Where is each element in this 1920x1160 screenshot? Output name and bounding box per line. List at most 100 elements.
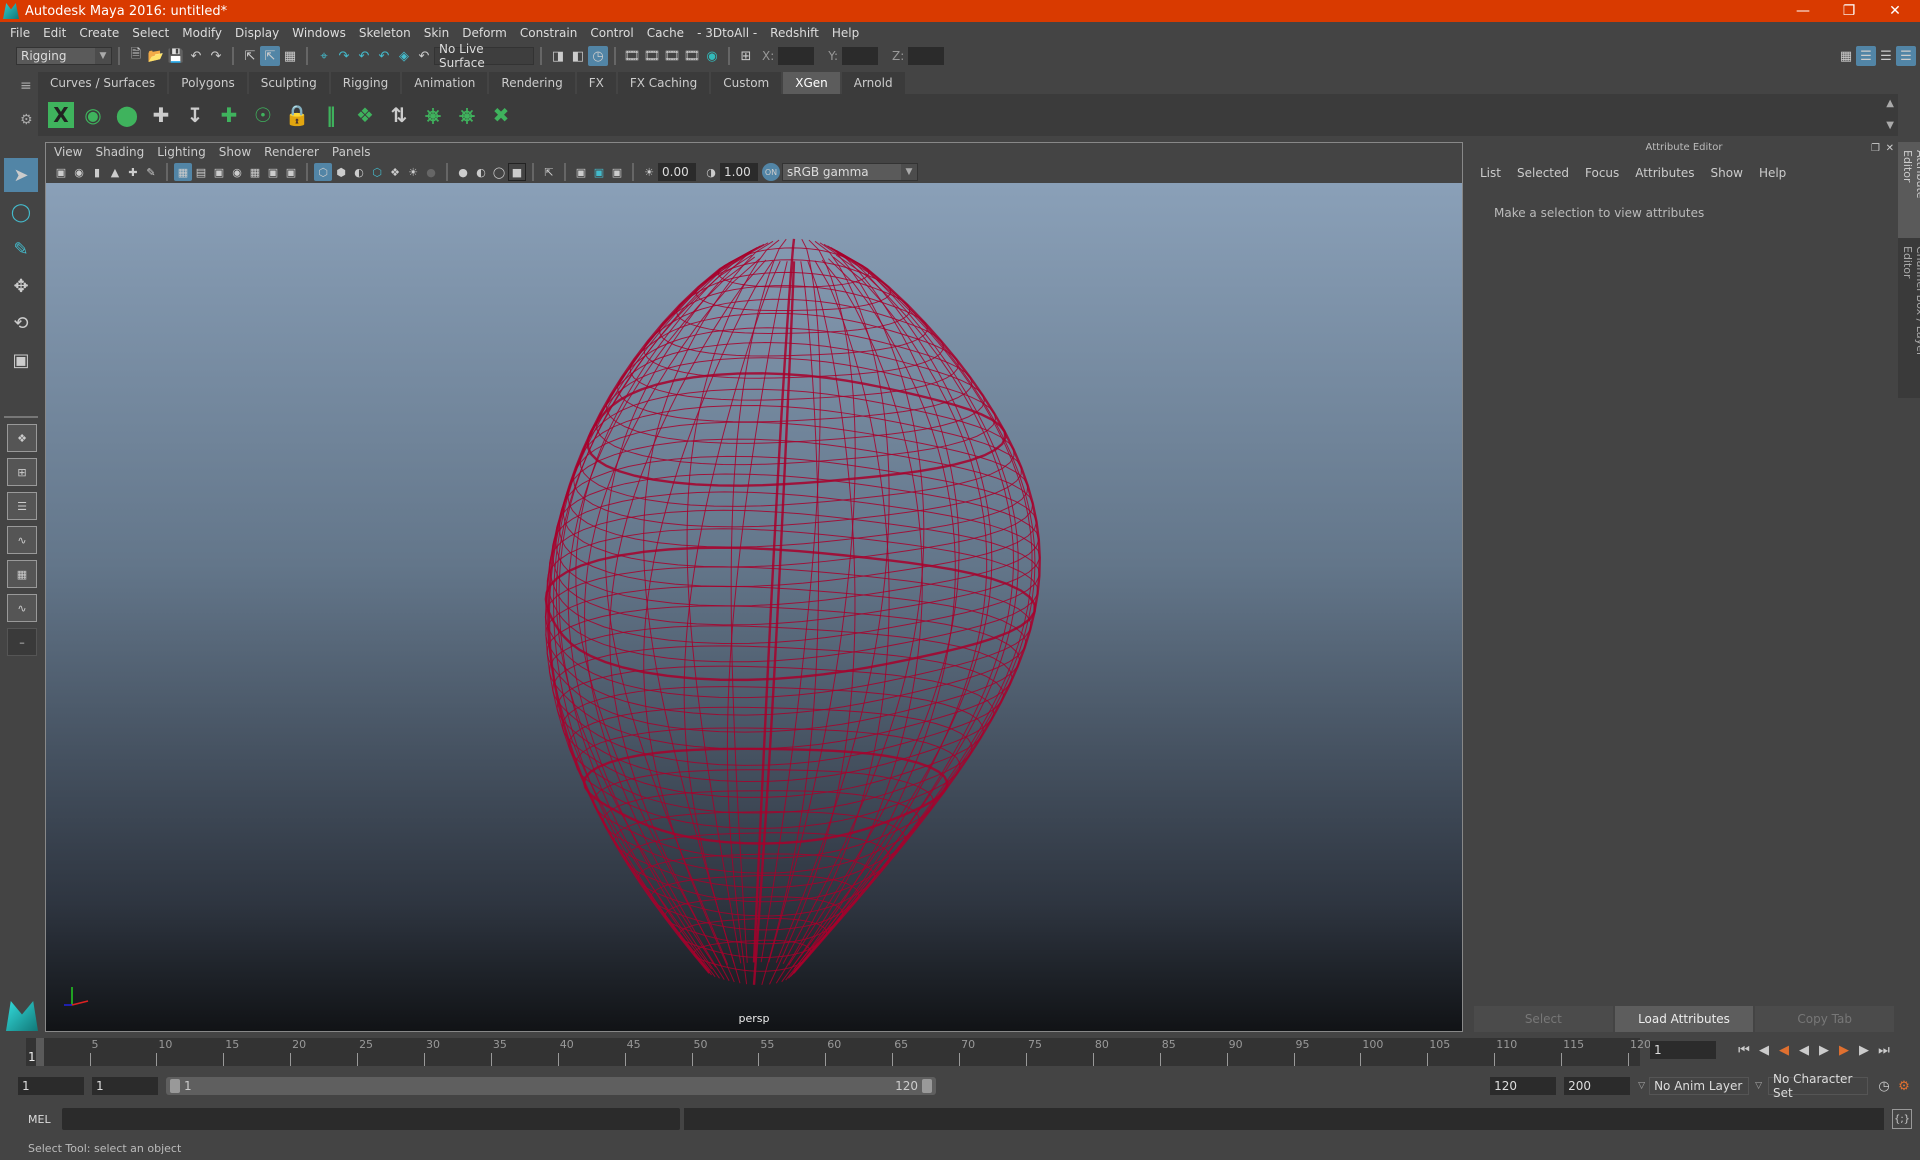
current-frame-field[interactable]: 1 (1650, 1041, 1716, 1059)
attribute-editor-toggle-icon[interactable]: ☰ (1856, 46, 1876, 66)
time-slider[interactable]: 5 10 15 20 25 30 35 40 45 50 55 60 65 70 75 80 85 90 95 100… (26, 1038, 1651, 1066)
playhead[interactable] (36, 1038, 44, 1066)
menu-control[interactable]: Control (590, 26, 633, 40)
x-field[interactable] (778, 47, 815, 65)
bookmark-icon[interactable]: ▮ (88, 163, 106, 181)
menu-windows[interactable]: Windows (292, 26, 346, 40)
exposure-field[interactable]: 0.00 (658, 163, 696, 181)
ae-menu-selected[interactable]: Selected (1517, 166, 1569, 180)
persp-outliner-graph-layout-icon[interactable]: ∿ (7, 594, 37, 622)
menu-3dtoall[interactable]: - 3DtoAll - (697, 26, 757, 40)
play-forwards-icon[interactable]: ▶ (1814, 1040, 1834, 1060)
live-surface-field[interactable]: No Live Surface (434, 42, 534, 70)
four-view-layout-icon[interactable]: ⊞ (7, 458, 37, 486)
paint-select-tool-icon[interactable]: ✎ (4, 232, 38, 266)
xray-joints-icon[interactable]: ▣ (572, 163, 590, 181)
sculpt-guides-icon[interactable]: ⇅ (384, 100, 414, 130)
shadows-icon[interactable]: ☀ (404, 163, 422, 181)
snap-view-plane-icon[interactable]: ↶ (374, 46, 394, 66)
wireframe-mesh[interactable] (46, 183, 1462, 1031)
persp-graph-layout-icon[interactable]: ∿ (7, 526, 37, 554)
copy-tab-button[interactable]: Copy Tab (1755, 1006, 1895, 1032)
chevron-down-icon[interactable]: ▽ (1638, 1081, 1645, 1091)
select-tool-icon[interactable]: ➤ (4, 158, 38, 192)
select-guides-icon[interactable]: ⎈ (418, 100, 448, 130)
step-forward-frame-icon[interactable]: ▶ (1834, 1040, 1854, 1060)
menu-skeleton[interactable]: Skeleton (359, 26, 411, 40)
render-view-icon[interactable]: 🎞 (622, 46, 642, 66)
2d-pan-zoom-icon[interactable]: ✚ (124, 163, 142, 181)
command-input[interactable] (62, 1108, 680, 1130)
guide-rebuild-icon[interactable]: ⎈ (452, 100, 482, 130)
shelf-tab-arnold[interactable]: Arnold (841, 72, 905, 94)
script-language-toggle[interactable]: MEL (28, 1113, 62, 1126)
shelf-tab-rigging[interactable]: Rigging (330, 72, 401, 94)
modeling-toolkit-icon[interactable]: ▦ (1836, 46, 1856, 66)
perspective-viewport[interactable]: persp (46, 183, 1462, 1031)
shelf-settings-icon[interactable]: ⚙ (20, 112, 33, 128)
menu-edit[interactable]: Edit (43, 26, 66, 40)
menu-constrain[interactable]: Constrain (520, 26, 578, 40)
render-frame-icon[interactable]: 🎞 (642, 46, 662, 66)
step-back-key-icon[interactable]: ◀ (1754, 1040, 1774, 1060)
tool-settings-icon[interactable]: ☰ (1876, 46, 1896, 66)
grease-pencil-icon[interactable]: ✎ (142, 163, 160, 181)
add-guide-icon[interactable]: ✚ (146, 100, 176, 130)
float-panel-icon[interactable]: ❐ (1871, 143, 1880, 154)
menu-help[interactable]: Help (832, 26, 859, 40)
menu-select[interactable]: Select (132, 26, 169, 40)
new-scene-icon[interactable]: 🗎 (126, 46, 146, 66)
view-transform-dropdown[interactable]: sRGB gamma ▼ (782, 163, 918, 181)
move-guide-icon[interactable]: ↧ (180, 100, 210, 130)
shelf-scroll-up-icon[interactable]: ▲ (1886, 98, 1894, 109)
character-set-dropdown[interactable]: No Character Set (1768, 1072, 1868, 1100)
smooth-shade-icon[interactable]: ⬢ (332, 163, 350, 181)
resolution-gate-icon[interactable]: ▣ (210, 163, 228, 181)
transform-input-icon[interactable]: ⊞ (736, 46, 756, 66)
exposure-icon[interactable]: ☀ (640, 163, 658, 181)
panel-menu-lighting[interactable]: Lighting (157, 145, 206, 159)
construction-history-icon[interactable]: ◷ (588, 46, 608, 66)
gate-mask-icon[interactable]: ◉ (228, 163, 246, 181)
panel-menu-renderer[interactable]: Renderer (264, 145, 319, 159)
menu-display[interactable]: Display (235, 26, 279, 40)
load-attributes-button[interactable]: Load Attributes (1614, 1006, 1754, 1032)
outliner-persp-layout-icon[interactable]: ☰ (7, 492, 37, 520)
color-management-toggle-icon[interactable]: ON (762, 163, 780, 181)
select-hierarchy-icon[interactable]: ⇱ (240, 46, 260, 66)
use-all-lights-icon[interactable]: ❖ (386, 163, 404, 181)
isolate-select-icon[interactable]: ⇱ (540, 163, 558, 181)
snap-surface-icon[interactable]: ◈ (394, 46, 414, 66)
shelf-tab-sculpting[interactable]: Sculpting (248, 72, 329, 94)
ae-menu-help[interactable]: Help (1759, 166, 1786, 180)
ipr-render-icon[interactable]: 🎞 (662, 46, 682, 66)
menu-redshift[interactable]: Redshift (770, 26, 819, 40)
render-settings-icon[interactable]: 🎞 (682, 46, 702, 66)
shelf-tab-polygons[interactable]: Polygons (169, 72, 247, 94)
menu-deform[interactable]: Deform (462, 26, 507, 40)
screen-space-ao-icon[interactable]: ● (422, 163, 440, 181)
backface-culling-icon[interactable]: ▣ (608, 163, 626, 181)
guide-length-icon[interactable]: ‖ (316, 100, 346, 130)
safe-title-icon[interactable]: ▣ (282, 163, 300, 181)
ae-menu-show[interactable]: Show (1711, 166, 1743, 180)
move-tool-icon[interactable]: ✥ (4, 269, 38, 303)
single-perspective-layout-icon[interactable]: ❖ (7, 424, 37, 452)
playback-start-field[interactable]: 1 (92, 1077, 158, 1095)
film-gate-icon[interactable]: ▤ (192, 163, 210, 181)
close-panel-icon[interactable]: ✕ (1886, 143, 1894, 154)
go-to-end-icon[interactable]: ⏭ (1874, 1040, 1894, 1060)
wireframe-icon[interactable]: ⬡ (314, 163, 332, 181)
multisample-aa-icon[interactable]: ◐ (472, 163, 490, 181)
shelf-tab-fx-caching[interactable]: FX Caching (617, 72, 710, 94)
hypershade-persp-layout-icon[interactable]: ▦ (7, 560, 37, 588)
go-to-start-icon[interactable]: ⏮ (1734, 1040, 1754, 1060)
snap-grid-icon[interactable]: ⌖ (314, 46, 334, 66)
textured-icon[interactable]: ⬡ (368, 163, 386, 181)
wireframe-on-shaded-icon[interactable]: ◐ (350, 163, 368, 181)
hypershade-icon[interactable]: ◉ (702, 46, 722, 66)
shelf-tab-xgen[interactable]: XGen (783, 72, 840, 94)
select-component-icon[interactable]: ▦ (280, 46, 300, 66)
xray-active-icon[interactable]: ▣ (590, 163, 608, 181)
snap-point-icon[interactable]: ↶ (354, 46, 374, 66)
